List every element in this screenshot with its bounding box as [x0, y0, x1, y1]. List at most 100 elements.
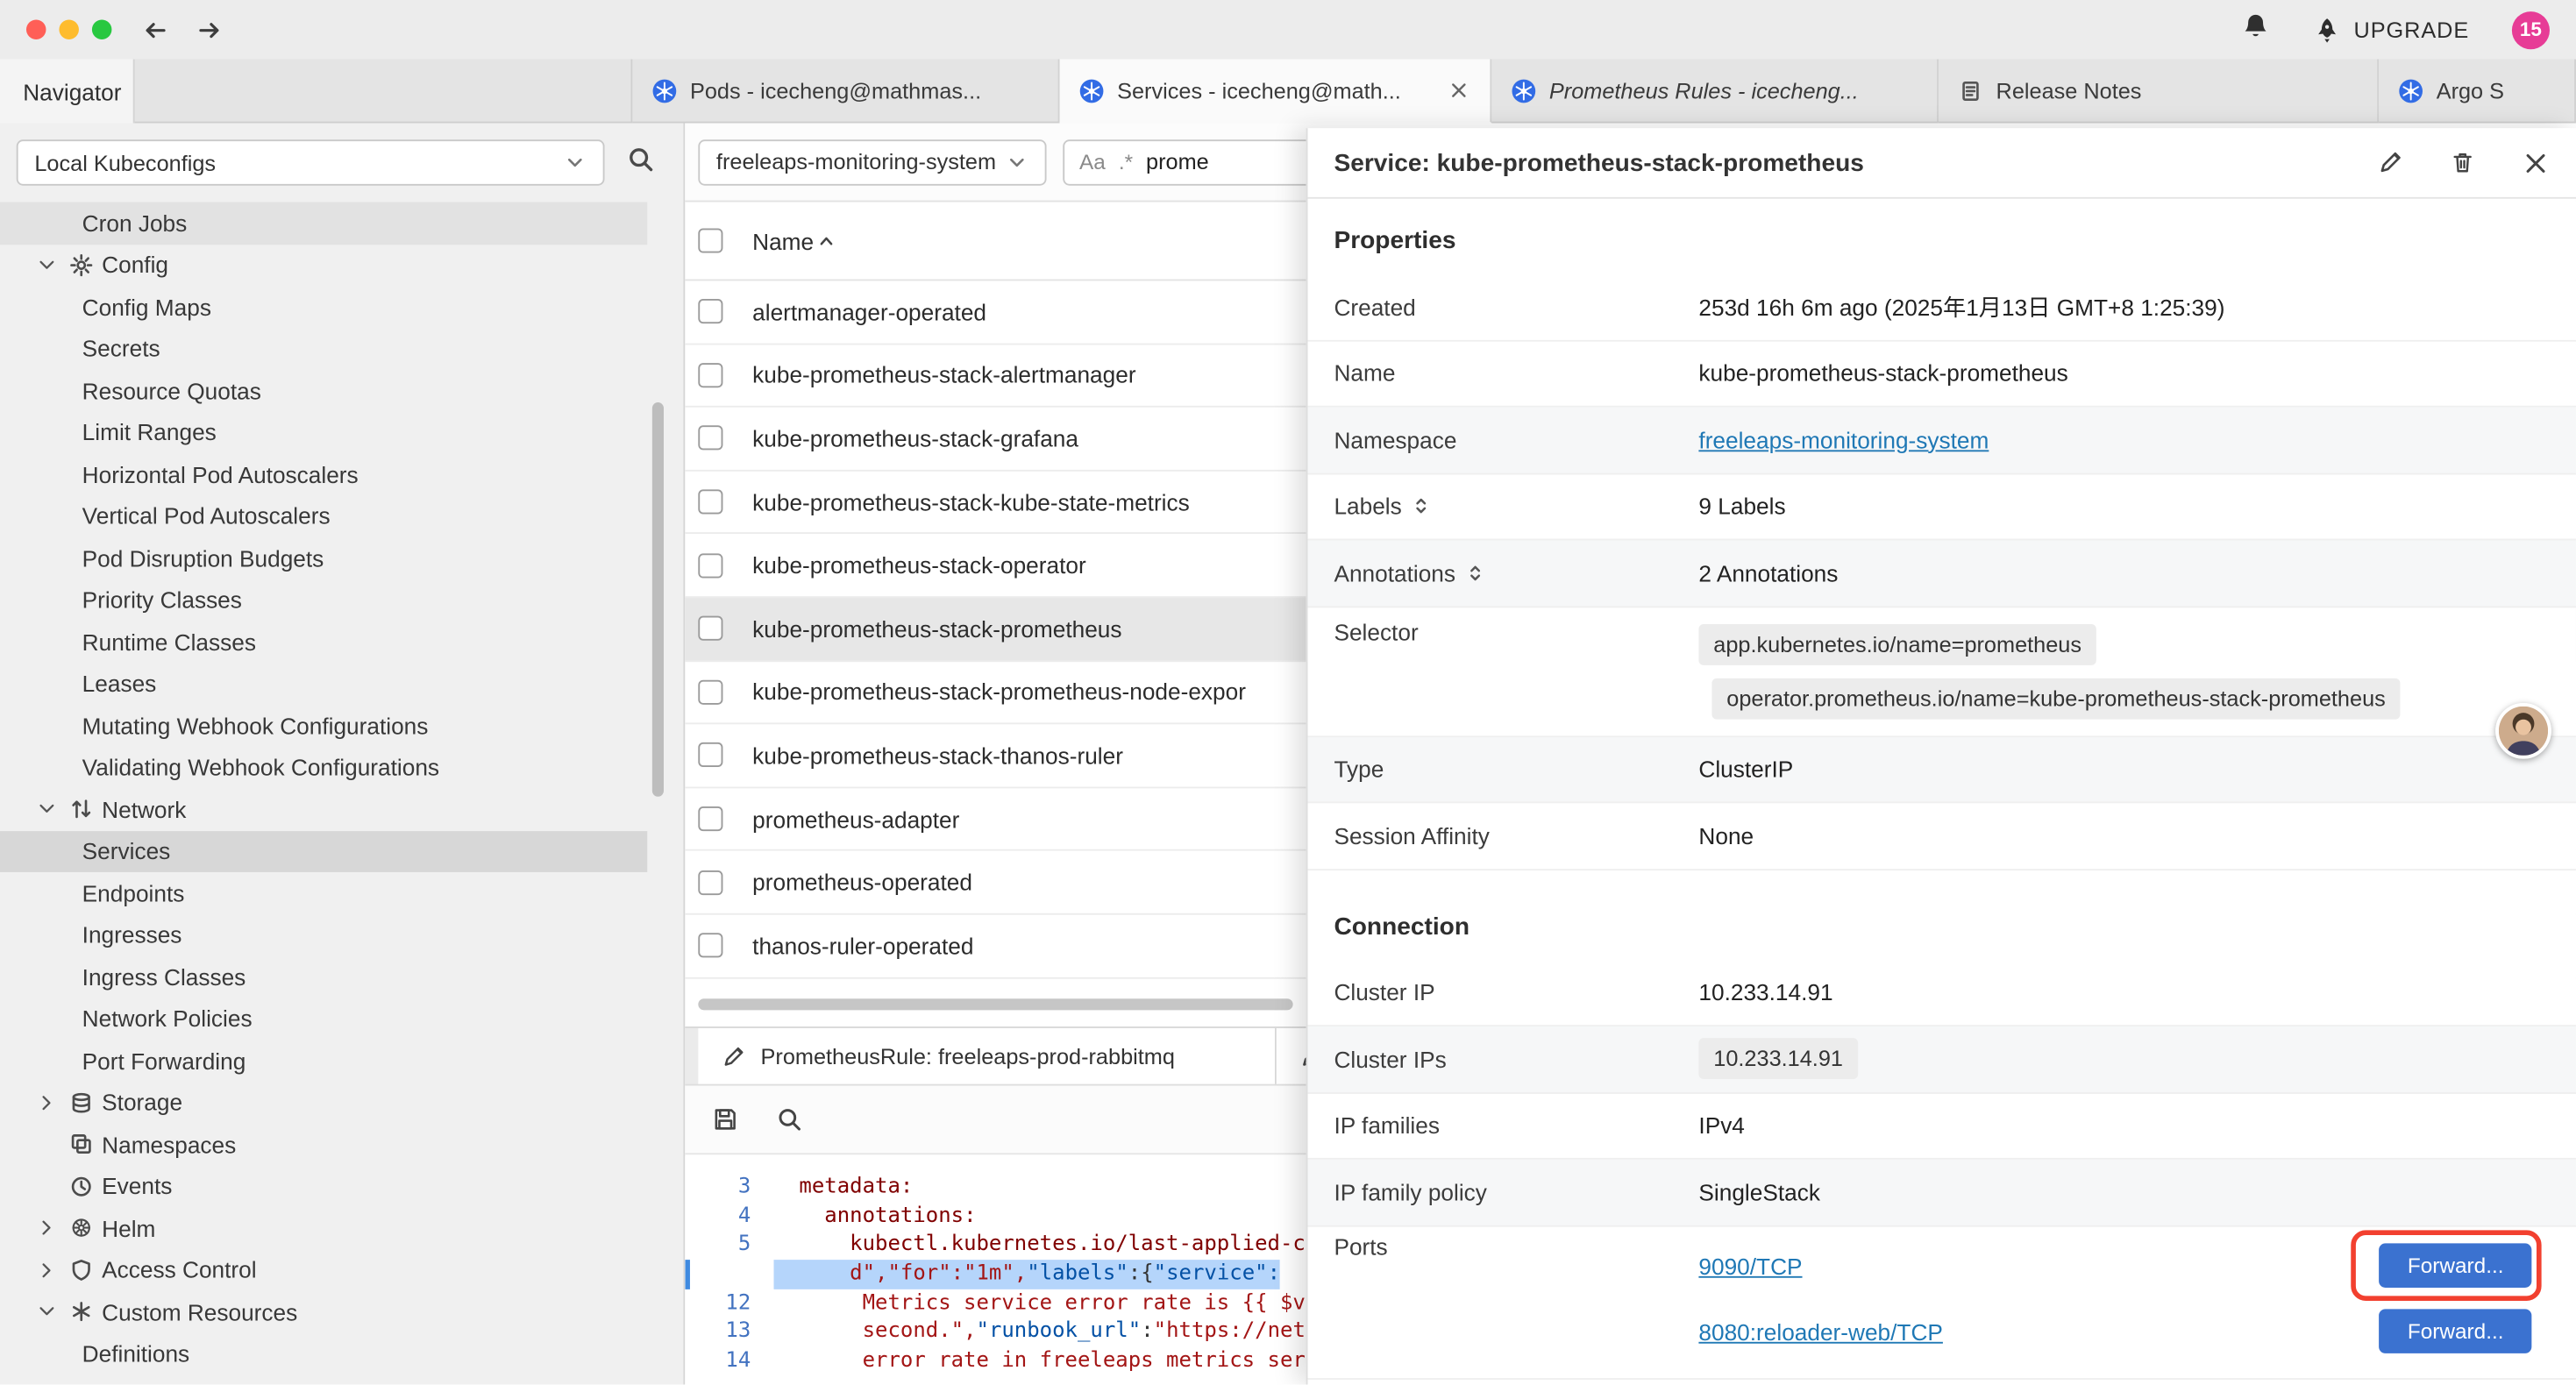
sidebar-item-network[interactable]: Network	[0, 788, 683, 830]
delete-trash-icon[interactable]	[2450, 150, 2476, 176]
chevron-right-icon[interactable]	[36, 1260, 57, 1281]
row-checkbox[interactable]	[698, 553, 722, 578]
dock-tab-prometheusrule[interactable]: PrometheusRule: freeleaps-prod-rabbitmq	[698, 1028, 1277, 1084]
close-window-button[interactable]	[26, 19, 46, 39]
row-checkbox[interactable]	[698, 300, 722, 324]
tab-label: Argo S	[2437, 78, 2555, 103]
sidebar-item-definitions[interactable]: Definitions	[0, 1333, 683, 1375]
sidebar-item-limit-ranges[interactable]: Limit Ranges	[0, 411, 683, 453]
search-query: prome	[1146, 150, 1209, 174]
maximize-window-button[interactable]	[92, 19, 111, 39]
search-icon[interactable]	[626, 144, 656, 174]
tab-services-icecheng-math[interactable]: Services - icecheng@math...	[1060, 59, 1492, 123]
search-input[interactable]: Aa .* prome	[1063, 138, 1313, 184]
port-link[interactable]: 8080:reloader-web/TCP	[1698, 1318, 1943, 1345]
tab-prometheus-rules-icecheng[interactable]: Prometheus Rules - icecheng...	[1491, 59, 1939, 123]
tab-pods-icecheng-mathmas[interactable]: Pods - icecheng@mathmas...	[632, 59, 1059, 123]
sidebar-item-horizontal-pod-autoscalers[interactable]: Horizontal Pod Autoscalers	[0, 453, 683, 495]
drawer-title: Service: kube-prometheus-stack-prometheu…	[1334, 149, 1863, 177]
service-name: prometheus-adapter	[752, 806, 959, 832]
sidebar-toolbar: Local Kubeconfigs	[0, 124, 683, 202]
property-row-labels: Labels9 Labels	[1307, 474, 2575, 541]
regex-toggle[interactable]: .*	[1119, 150, 1133, 174]
sidebar-item-events[interactable]: Events	[0, 1165, 683, 1207]
sidebar-item-services[interactable]: Services	[0, 830, 647, 872]
sort-updown-icon[interactable]	[1412, 496, 1431, 515]
sidebar-item-mutating-webhook-configurations[interactable]: Mutating Webhook Configurations	[0, 705, 683, 747]
row-checkbox[interactable]	[698, 806, 722, 831]
sidebar-item-label: Port Forwarding	[82, 1048, 246, 1074]
sidebar-item-pod-disruption-budgets[interactable]: Pod Disruption Budgets	[0, 537, 683, 579]
navigator-tab[interactable]: Navigator	[0, 59, 135, 123]
notification-count-badge[interactable]: 15	[2512, 11, 2550, 48]
row-checkbox[interactable]	[698, 934, 722, 958]
forward-icon[interactable]	[196, 16, 224, 44]
sidebar-item-namespaces[interactable]: Namespaces	[0, 1124, 683, 1166]
forward-button[interactable]: Forward...	[2380, 1309, 2531, 1353]
sidebar-item-port-forwarding[interactable]: Port Forwarding	[0, 1040, 683, 1082]
sidebar-item-ingress-classes[interactable]: Ingress Classes	[0, 955, 683, 998]
sidebar-item-storage[interactable]: Storage	[0, 1082, 683, 1124]
sidebar-item-config[interactable]: Config	[0, 244, 683, 286]
port-line: 8080:reloader-web/TCP Forward...	[1698, 1298, 2550, 1364]
row-checkbox[interactable]	[698, 363, 722, 387]
sidebar-item-cron-jobs[interactable]: Cron Jobs	[0, 202, 647, 244]
port-link[interactable]: 9090/TCP	[1698, 1253, 1802, 1279]
upgrade-button[interactable]: UPGRADE	[2313, 16, 2469, 44]
sidebar-item-validating-webhook-configurations[interactable]: Validating Webhook Configurations	[0, 747, 683, 789]
property-value: 2 Annotations	[1698, 559, 2550, 586]
minimize-window-button[interactable]	[59, 19, 78, 39]
close-icon[interactable]	[1448, 79, 1470, 102]
sidebar-item-custom-resources[interactable]: Custom Resources	[0, 1291, 683, 1333]
notifications-bell-icon[interactable]	[2240, 11, 2270, 40]
forward-button[interactable]: Forward...	[2380, 1243, 2531, 1288]
sidebar-item-runtime-classes[interactable]: Runtime Classes	[0, 621, 683, 663]
chevron-right-icon[interactable]	[36, 1092, 57, 1113]
kubeconfig-select[interactable]: Local Kubeconfigs	[17, 139, 605, 185]
row-checkbox[interactable]	[698, 616, 722, 641]
sidebar-item-resource-quotas[interactable]: Resource Quotas	[0, 370, 683, 412]
tab-argo-s[interactable]: Argo S	[2379, 59, 2576, 123]
back-icon[interactable]	[141, 16, 169, 44]
chevron-down-icon[interactable]	[36, 1301, 57, 1322]
row-checkbox[interactable]	[698, 426, 722, 451]
select-all-checkbox[interactable]	[698, 228, 722, 252]
sidebar-item-access-control[interactable]: Access Control	[0, 1249, 683, 1291]
row-checkbox[interactable]	[698, 743, 722, 768]
tab-release-notes[interactable]: Release Notes	[1939, 59, 2379, 123]
row-checkbox[interactable]	[698, 490, 722, 515]
sidebar-item-priority-classes[interactable]: Priority Classes	[0, 579, 683, 621]
name-column-header[interactable]: Name	[752, 228, 836, 254]
sidebar-item-vertical-pod-autoscalers[interactable]: Vertical Pod Autoscalers	[0, 495, 683, 537]
custom-resources-icon	[69, 1300, 94, 1325]
sidebar-item-helm[interactable]: Helm	[0, 1207, 683, 1249]
namespace-link[interactable]: freeleaps-monitoring-system	[1698, 427, 1989, 453]
sidebar-item-network-policies[interactable]: Network Policies	[0, 998, 683, 1040]
chevron-down-icon[interactable]	[36, 254, 57, 275]
events-icon	[69, 1174, 94, 1198]
row-checkbox[interactable]	[698, 679, 722, 704]
property-label: Name	[1334, 360, 1395, 387]
chevron-down-icon[interactable]	[36, 799, 57, 820]
code-text: second.","runbook_url":"https://net	[774, 1318, 1306, 1347]
save-icon[interactable]	[711, 1105, 739, 1133]
edit-pencil-icon[interactable]	[2377, 150, 2403, 176]
namespace-select[interactable]: freeleaps-monitoring-system	[698, 138, 1046, 184]
sidebar-item-leases[interactable]: Leases	[0, 663, 683, 705]
chevron-right-icon[interactable]	[36, 1218, 57, 1239]
match-case-toggle[interactable]: Aa	[1079, 150, 1106, 174]
sidebar-item-config-maps[interactable]: Config Maps	[0, 286, 683, 328]
sidebar-item-endpoints[interactable]: Endpoints	[0, 872, 683, 914]
avatar[interactable]	[2495, 703, 2551, 759]
sidebar-item-secrets[interactable]: Secrets	[0, 328, 683, 370]
close-icon[interactable]	[2522, 149, 2550, 177]
sort-updown-icon[interactable]	[1465, 563, 1484, 582]
sidebar-item-ingresses[interactable]: Ingresses	[0, 914, 683, 956]
code-text: annotations:	[774, 1202, 977, 1231]
sidebar-scrollbar[interactable]	[652, 402, 664, 797]
search-icon[interactable]	[775, 1105, 803, 1133]
row-checkbox[interactable]	[698, 870, 722, 894]
code-text: error rate in freeleaps metrics ser	[774, 1347, 1306, 1376]
horizontal-scrollbar[interactable]	[698, 998, 1292, 1010]
property-value: 253d 16h 6m ago (2025年1月13日 GMT+8 1:25:3…	[1698, 290, 2550, 323]
